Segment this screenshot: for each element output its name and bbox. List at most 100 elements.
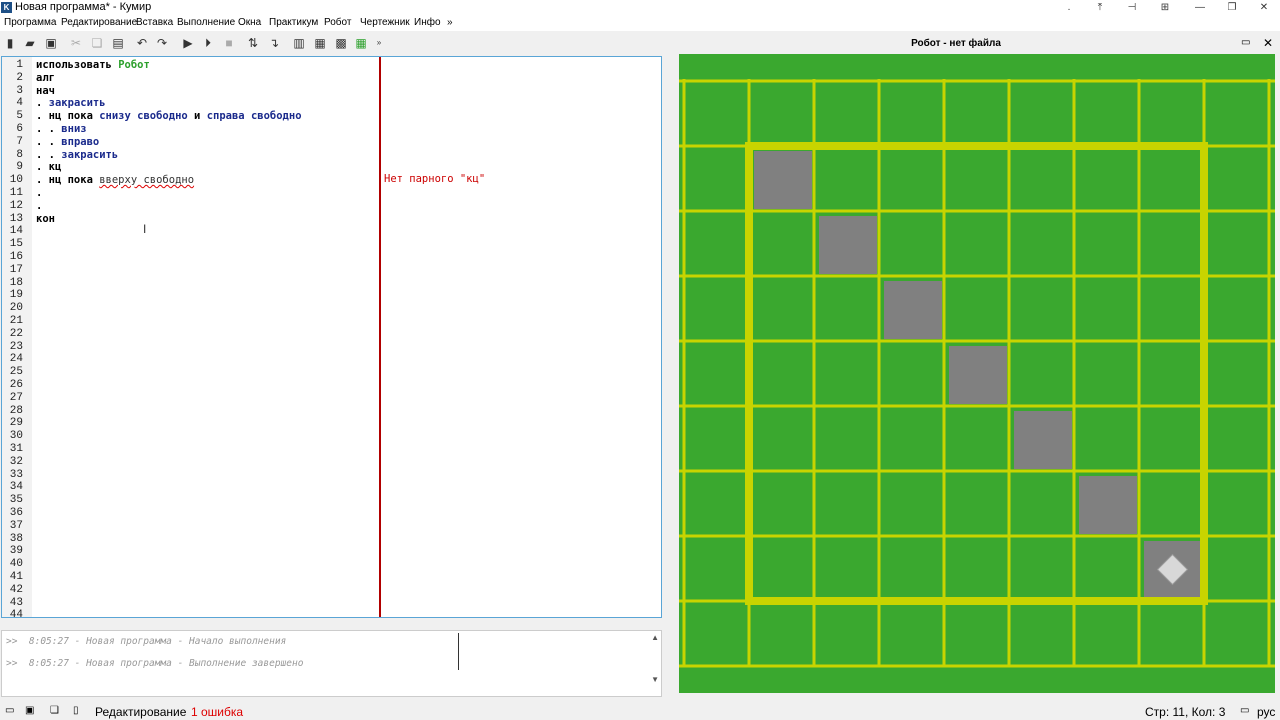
code-token: и <box>187 110 207 123</box>
code-token: . нц пока <box>36 174 100 187</box>
step-into-icon[interactable]: ↴ <box>267 36 281 50</box>
menu-drawer[interactable]: Чертежник <box>360 17 410 28</box>
step-over-icon[interactable]: ⇅ <box>246 36 260 50</box>
code-line[interactable]: . . вниз <box>36 123 87 136</box>
line-number: 35 <box>9 494 23 507</box>
code-token: . нц пока <box>36 110 100 123</box>
dot-icon[interactable]: . <box>1055 0 1083 15</box>
step-run-icon[interactable]: ⏵ <box>201 36 215 50</box>
console-icon[interactable]: ▭ <box>5 705 14 716</box>
code-line[interactable]: . закрасить <box>36 97 106 110</box>
kumir-app-icon: K <box>1 2 12 13</box>
copy-icon[interactable]: ❏ <box>90 36 104 50</box>
cursor-position: Стр: 11, Кол: 3 <box>1145 705 1226 719</box>
undo-icon[interactable]: ↶ <box>135 36 149 50</box>
maximize-icon[interactable]: ❐ <box>1218 0 1246 15</box>
code-token: . . <box>36 135 62 148</box>
window-title: Новая программа* - Кумир <box>15 1 152 13</box>
line-number: 22 <box>9 327 23 340</box>
code-token: . <box>36 97 49 110</box>
menu-practicum[interactable]: Практикум <box>269 17 318 28</box>
copy-status-icon[interactable]: ❏ <box>50 705 59 716</box>
undock-icon[interactable]: ▭ <box>1241 37 1250 48</box>
scroll-down-icon[interactable]: ▼ <box>651 675 659 684</box>
save-icon[interactable]: ▣ <box>44 36 58 50</box>
dock-icon[interactable]: ⊣ <box>1118 0 1146 15</box>
code-line[interactable]: нач <box>36 85 55 98</box>
code-token: снизу свободно <box>99 110 188 123</box>
line-number: 32 <box>9 455 23 468</box>
line-number: 31 <box>9 443 23 455</box>
paste-icon[interactable]: ▤ <box>111 36 125 50</box>
menu-windows[interactable]: Окна <box>238 17 261 28</box>
code-token: . <box>36 187 43 199</box>
painted-cell <box>949 346 1007 404</box>
minimize-icon[interactable]: — <box>1186 0 1214 15</box>
line-number: 17 <box>9 263 23 276</box>
line-number: 38 <box>9 532 23 545</box>
code-line[interactable]: . нц пока вверху свободно <box>36 174 194 187</box>
code-line[interactable]: . . закрасить <box>36 149 118 162</box>
table-icon[interactable]: ▦ <box>313 36 327 50</box>
code-line[interactable]: . <box>36 187 42 200</box>
line-number: 6 <box>16 123 23 135</box>
code-token: кон <box>36 212 55 225</box>
menu-bar: Программа Редактирование Вставка Выполне… <box>0 15 1280 31</box>
redo-icon[interactable]: ↷ <box>155 36 169 50</box>
open-folder-icon[interactable]: ▰ <box>23 36 37 50</box>
menu-insert[interactable]: Вставка <box>136 17 173 28</box>
error-message: Нет парного "кц" <box>384 173 486 185</box>
more-icon[interactable]: » <box>372 36 386 50</box>
margin-divider <box>379 57 381 617</box>
menu-run[interactable]: Выполнение <box>177 17 235 28</box>
output-console[interactable]: >> 8:05:27 - Новая программа - Начало вы… <box>1 630 662 697</box>
line-number: 34 <box>9 481 23 494</box>
menu-more[interactable]: » <box>447 17 453 28</box>
code-line[interactable]: алг <box>36 72 55 85</box>
line-number: 15 <box>9 238 23 251</box>
robot-field-canvas <box>679 79 1275 668</box>
close-icon[interactable]: ✕ <box>1250 0 1278 15</box>
menu-program[interactable]: Программа <box>4 17 56 28</box>
line-number: 40 <box>9 558 23 571</box>
line-number: 37 <box>9 519 23 532</box>
menu-edit[interactable]: Редактирование <box>61 17 137 28</box>
run-icon[interactable]: ▶ <box>181 36 195 50</box>
code-token: использовать <box>36 59 119 71</box>
robot-window-icon[interactable]: ▩ <box>334 36 348 50</box>
pin-icon[interactable]: ⤒ <box>1086 0 1114 15</box>
code-line[interactable]: использовать Робот <box>36 59 150 72</box>
robot-close-icon[interactable]: ✕ <box>1263 36 1273 50</box>
cut-icon[interactable]: ✂ <box>69 36 83 50</box>
code-line[interactable]: . нц пока снизу свободно и справа свобод… <box>36 110 302 123</box>
scroll-up-icon[interactable]: ▲ <box>651 633 659 642</box>
code-line[interactable]: кон <box>36 213 55 226</box>
menu-info[interactable]: Инфо <box>414 17 441 28</box>
save-status-icon[interactable]: ▣ <box>25 705 34 716</box>
layout-icon[interactable]: ⊞ <box>1151 0 1179 15</box>
code-editor[interactable]: 1 2 3 4 5 6 7 8 9 10 11 12 13 14 15 16 17 18 19 20 21 22 23 24 2… <box>1 56 662 618</box>
grid-icon[interactable]: ▦ <box>354 36 368 50</box>
language-indicator[interactable]: рус <box>1257 705 1275 719</box>
new-file-icon[interactable]: ▮ <box>3 36 17 50</box>
code-token: закрасить <box>61 148 119 161</box>
line-gutter: 1 2 3 4 5 6 7 8 9 10 11 12 13 14 15 16 17 18 19 20 21 22 23 24 2… <box>2 57 32 617</box>
error-count[interactable]: 1 ошибка <box>191 705 243 719</box>
line-number: 1 <box>16 59 23 71</box>
clear-icon[interactable]: ▯ <box>73 705 79 716</box>
painted-cell <box>754 151 812 209</box>
variables-icon[interactable]: ▥ <box>292 36 306 50</box>
robot-field[interactable] <box>679 54 1275 693</box>
code-line[interactable]: . . вправо <box>36 136 99 149</box>
line-number: 8 <box>16 148 23 161</box>
line-number: 36 <box>9 507 23 519</box>
console-cursor <box>458 633 459 670</box>
robot-panel-header: Робот - нет файла ▭ ✕ <box>676 35 1280 51</box>
code-token: нач <box>36 84 55 97</box>
stop-icon[interactable]: ■ <box>222 36 236 50</box>
line-number: 13 <box>9 212 23 225</box>
code-line[interactable]: . кц <box>36 161 61 174</box>
line-number: 28 <box>9 404 23 417</box>
menu-robot[interactable]: Робот <box>324 17 351 28</box>
code-line[interactable]: . <box>36 200 42 213</box>
